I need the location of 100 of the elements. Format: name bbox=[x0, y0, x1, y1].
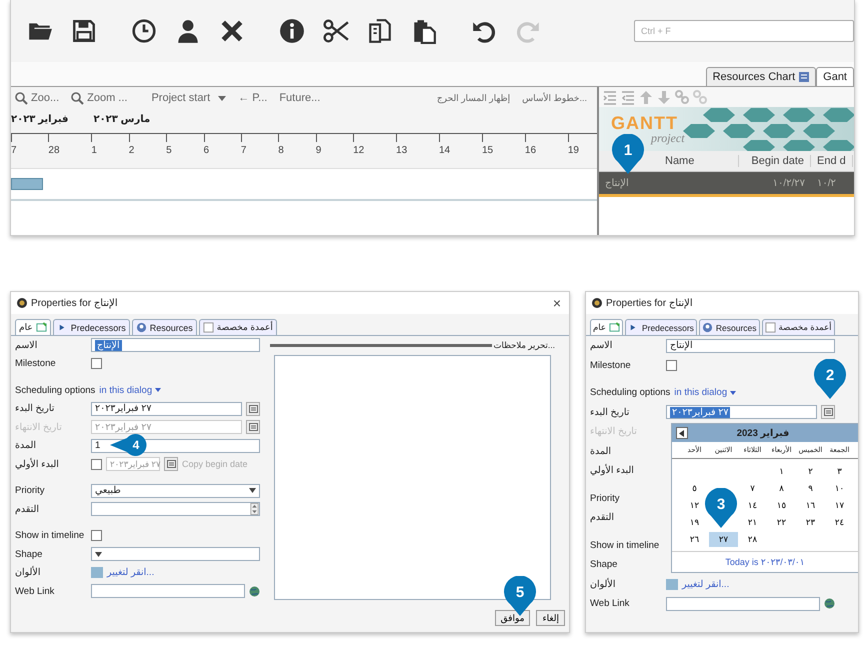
dialog-button[interactable]: موافق bbox=[494, 610, 530, 626]
day-label: 8 bbox=[278, 145, 284, 156]
calendar-day[interactable]: ٩ bbox=[796, 481, 825, 496]
calendar-day[interactable]: ٢١ bbox=[738, 515, 767, 530]
checkbox[interactable] bbox=[91, 530, 102, 542]
text-field[interactable]: الإنتاج bbox=[666, 338, 835, 353]
calendar-day[interactable]: ٣ bbox=[825, 464, 854, 479]
calendar-day[interactable]: ١٧ bbox=[825, 498, 854, 513]
text-field[interactable]: الإنتاج bbox=[91, 338, 260, 352]
close-button[interactable]: × bbox=[550, 295, 563, 311]
dropdown[interactable]: طبيعي bbox=[91, 484, 260, 498]
scissors-icon[interactable] bbox=[323, 18, 349, 44]
calendar-icon bbox=[248, 423, 258, 432]
calendar-day[interactable]: ١٤ bbox=[738, 498, 767, 513]
zoom-icon[interactable] bbox=[71, 92, 84, 104]
zoom-icon[interactable] bbox=[15, 92, 28, 104]
date-field[interactable]: ٢٧ فبراير٢٠٢٣ bbox=[91, 402, 242, 416]
task-row[interactable]: الإنتاج ١٠/٢/٢٧ ١٠/٢ bbox=[599, 172, 854, 197]
color-swatch[interactable] bbox=[91, 567, 103, 578]
toolbar-link[interactable]: Future... bbox=[279, 92, 320, 104]
toolbar-link[interactable]: ← P... bbox=[238, 92, 268, 104]
tab-icon bbox=[36, 322, 47, 333]
table-cell-text: ١٠/٢/٢٧ bbox=[772, 178, 806, 188]
dialog-tab[interactable]: Resources bbox=[132, 319, 197, 335]
scheduling-dropdown[interactable]: in this dialog bbox=[99, 384, 162, 396]
calendar-day[interactable]: ٧ bbox=[738, 481, 767, 496]
zoom-button[interactable]: Zoom ... bbox=[87, 92, 128, 104]
calendar-day[interactable]: ٢٨ bbox=[738, 532, 767, 547]
calendar-day[interactable]: ٢٢ bbox=[767, 515, 796, 530]
calendar-day[interactable]: ١ bbox=[767, 464, 796, 479]
copy-icon[interactable] bbox=[367, 18, 393, 44]
today-link[interactable]: Today is ٢٠٢٣/٠٣/٠١ bbox=[672, 551, 858, 572]
color-swatch[interactable] bbox=[666, 578, 678, 590]
dialog-button[interactable]: إلغاء bbox=[536, 610, 565, 626]
day-label: 12 bbox=[353, 145, 364, 156]
scheduling-dropdown[interactable]: in this dialog bbox=[674, 387, 736, 398]
calendar-day[interactable]: ١٦ bbox=[796, 498, 825, 513]
notes-text-area[interactable] bbox=[274, 355, 551, 600]
calendar-icon bbox=[166, 460, 176, 468]
section-title: Scheduling options bbox=[15, 384, 96, 396]
globe-icon[interactable] bbox=[249, 586, 260, 597]
toolbar-link[interactable]: إظهار المسار الحرج bbox=[436, 92, 510, 104]
dialog-tab[interactable]: Resources bbox=[698, 319, 760, 335]
column-header[interactable]: Begin date bbox=[739, 155, 811, 167]
spinner-field[interactable] bbox=[91, 502, 260, 516]
web-link-field[interactable] bbox=[91, 584, 245, 598]
dialog-tab[interactable]: أعمدة مخصصة bbox=[198, 319, 277, 335]
calendar-button[interactable] bbox=[246, 402, 260, 416]
dialog-title: Properties for الإنتاج bbox=[606, 298, 693, 308]
calendar-button[interactable] bbox=[821, 405, 835, 420]
dialog-tab[interactable]: أعمدة مخصصة bbox=[762, 319, 835, 335]
save-icon[interactable] bbox=[71, 18, 97, 44]
calendar-day[interactable]: ٢٣ bbox=[796, 515, 825, 530]
calendar-day[interactable]: ٥ bbox=[680, 481, 709, 496]
zoom-button[interactable]: Zoo... bbox=[31, 92, 60, 104]
previous-month-button[interactable] bbox=[676, 427, 688, 439]
calendar-day[interactable]: ١٢ bbox=[680, 498, 709, 513]
info-icon[interactable] bbox=[279, 18, 305, 44]
search-field[interactable]: Ctrl + F bbox=[634, 20, 854, 42]
day-label: 15 bbox=[482, 145, 494, 156]
checkbox[interactable] bbox=[666, 360, 677, 371]
month-label: مارس ٢٠٢٣ bbox=[93, 114, 150, 124]
dialog-tab[interactable]: عام bbox=[15, 319, 51, 335]
day-label: 5 bbox=[166, 145, 172, 156]
callout-tooltip bbox=[504, 576, 536, 616]
calendar-day[interactable]: ٢ bbox=[796, 464, 825, 479]
web-link-field[interactable] bbox=[666, 596, 820, 611]
project-start-dropdown[interactable]: Project start bbox=[151, 92, 226, 104]
calendar-day[interactable]: ٢٧ bbox=[709, 532, 738, 547]
calendar-day[interactable]: ١٠ bbox=[825, 481, 854, 496]
app-icon bbox=[592, 298, 602, 308]
dialog-tab[interactable]: Predecessors bbox=[624, 319, 697, 335]
dropdown[interactable] bbox=[91, 547, 260, 562]
toolbar-link[interactable]: خطوط الأساس... bbox=[522, 92, 587, 104]
column-header[interactable]: End d bbox=[811, 155, 853, 167]
clock-icon[interactable] bbox=[131, 18, 157, 44]
checkbox[interactable] bbox=[91, 358, 102, 370]
calendar-day[interactable]: ١٥ bbox=[767, 498, 796, 513]
calendar-day[interactable]: ١٩ bbox=[680, 515, 709, 530]
day-label: 9 bbox=[316, 145, 322, 156]
spinner-arrows-icon[interactable] bbox=[250, 503, 259, 516]
checkbox[interactable] bbox=[91, 458, 102, 470]
calendar-day[interactable]: ٢٤ bbox=[825, 515, 854, 530]
caret-icon bbox=[730, 390, 736, 395]
color-link[interactable]: انقر لتغيير... bbox=[682, 578, 730, 590]
callout-number: 4 bbox=[132, 437, 140, 453]
calendar-button[interactable] bbox=[246, 420, 260, 434]
calendar-day[interactable]: ٨ bbox=[767, 481, 796, 496]
day-label: 7 bbox=[240, 145, 246, 156]
calendar-button[interactable] bbox=[164, 457, 178, 472]
globe-icon[interactable] bbox=[824, 598, 835, 610]
field-label: Show in timeline bbox=[15, 530, 86, 542]
date-field[interactable]: ٢٧ فبراير٢٠٢٣ bbox=[666, 405, 817, 420]
view-tab[interactable]: Resources Chart bbox=[706, 67, 816, 86]
dialog-tab[interactable]: Predecessors bbox=[52, 319, 130, 335]
color-link[interactable]: انقر لتغيير... bbox=[107, 567, 154, 578]
view-tab[interactable]: Gant bbox=[816, 67, 854, 86]
dialog-tab[interactable]: عام bbox=[590, 319, 623, 335]
calendar-day[interactable]: ٢٦ bbox=[680, 532, 709, 547]
delete-icon[interactable] bbox=[219, 18, 245, 44]
